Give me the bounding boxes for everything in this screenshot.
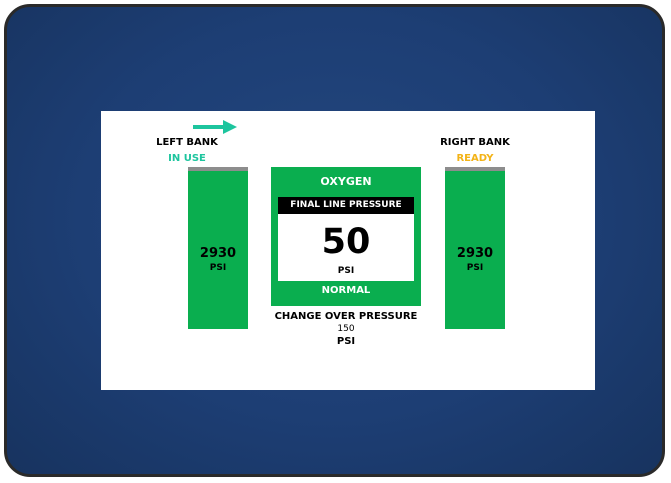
final-line-pressure-title: FINAL LINE PRESSURE bbox=[278, 197, 414, 214]
final-line-pressure-value: 50 bbox=[321, 222, 371, 262]
left-bank-title: LEFT BANK bbox=[156, 137, 218, 148]
right-bank-gauge: 2930 PSI bbox=[445, 167, 505, 329]
left-bank-pressure: 2930 bbox=[199, 246, 237, 261]
left-bank-gauge: 2930 PSI bbox=[188, 167, 248, 329]
arrow-right-icon bbox=[193, 120, 237, 134]
left-bank-unit: PSI bbox=[209, 263, 227, 273]
change-over-pressure: CHANGE OVER PRESSURE 150 PSI bbox=[251, 310, 441, 348]
final-line-pressure-unit: PSI bbox=[337, 266, 355, 276]
final-line-pressure-box: FINAL LINE PRESSURE 50 PSI bbox=[278, 197, 414, 281]
right-bank-title: RIGHT BANK bbox=[440, 137, 510, 148]
display-screen: LEFT BANK IN USE 2930 PSI OXYGEN FINAL L… bbox=[101, 111, 595, 390]
device-frame: LEFT BANK IN USE 2930 PSI OXYGEN FINAL L… bbox=[4, 4, 665, 477]
change-over-title: CHANGE OVER PRESSURE bbox=[274, 311, 418, 322]
change-over-unit: PSI bbox=[336, 336, 356, 347]
right-bank-pressure: 2930 bbox=[456, 246, 494, 261]
right-bank-unit: PSI bbox=[466, 263, 484, 273]
line-status: NORMAL bbox=[321, 285, 371, 296]
gas-panel: OXYGEN FINAL LINE PRESSURE 50 PSI NORMAL bbox=[271, 167, 421, 306]
right-bank-status: READY bbox=[456, 153, 494, 164]
gas-label: OXYGEN bbox=[320, 175, 372, 188]
change-over-value: 150 bbox=[337, 324, 355, 334]
left-bank-status: IN USE bbox=[168, 153, 206, 164]
